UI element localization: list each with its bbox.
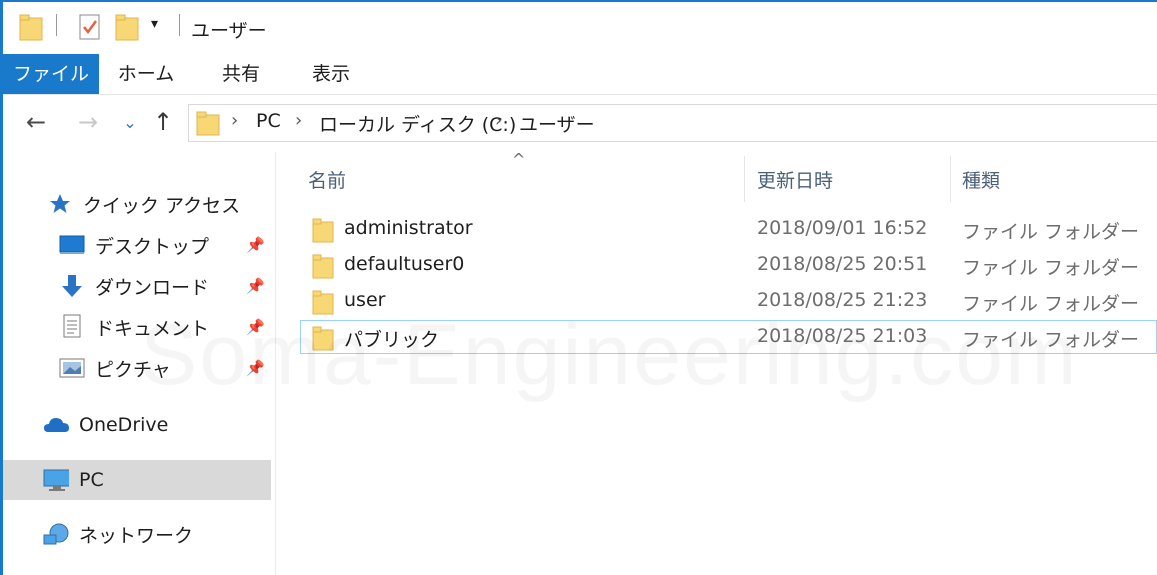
file-modified: 2018/08/25 20:51: [757, 253, 928, 275]
document-icon: [59, 314, 85, 339]
column-divider[interactable]: [744, 156, 745, 202]
sidebar-item-pc[interactable]: PC: [3, 460, 271, 500]
file-modified: 2018/09/01 16:52: [757, 217, 928, 239]
sidebar-item-label: ネットワーク: [79, 524, 194, 547]
sidebar-item-label: クイック アクセス: [83, 194, 241, 217]
star-icon: [47, 192, 73, 216]
toolbar-divider: [179, 14, 180, 36]
new-folder-icon[interactable]: [115, 12, 139, 42]
sidebar-item-network[interactable]: ネットワーク: [43, 514, 193, 554]
up-arrow-icon[interactable]: ↑: [148, 107, 178, 137]
file-row[interactable]: administrator 2018/09/01 16:52 ファイル フォルダ…: [300, 212, 1157, 246]
tab-share[interactable]: 共有: [203, 54, 279, 94]
folder-icon[interactable]: [19, 12, 43, 42]
sidebar-item-desktop[interactable]: デスクトップ 📌: [59, 225, 271, 265]
tab-home[interactable]: ホーム: [103, 54, 189, 94]
file-name: defaultuser0: [344, 253, 465, 275]
properties-icon[interactable]: [77, 12, 103, 42]
address-bar[interactable]: › PC › ローカル ディスク (C:) › ユーザー: [188, 104, 1157, 142]
computer-icon: [43, 468, 69, 492]
title-bar: ▾ ユーザー: [3, 2, 1157, 54]
pin-icon[interactable]: 📌: [246, 236, 265, 254]
sidebar-item-label: OneDrive: [79, 414, 169, 436]
folder-icon: [312, 254, 334, 279]
file-row[interactable]: defaultuser0 2018/08/25 20:51 ファイル フォルダー: [300, 248, 1157, 282]
sidebar-item-onedrive[interactable]: OneDrive: [43, 405, 168, 445]
toolbar-divider: [56, 14, 57, 36]
breadcrumb-users[interactable]: ユーザー: [519, 110, 595, 137]
sort-ascending-caret-icon: ^: [512, 150, 526, 169]
network-icon: [43, 522, 69, 546]
breadcrumb-chevron-icon[interactable]: ›: [295, 110, 302, 131]
column-header-name[interactable]: 名前: [308, 166, 346, 193]
column-header-type[interactable]: 種類: [962, 166, 1000, 193]
folder-icon: [312, 218, 334, 243]
watermark-text: Soma-Engineering.com: [140, 306, 1079, 405]
window-title: ユーザー: [191, 20, 267, 42]
back-arrow-icon[interactable]: ←: [21, 107, 51, 137]
sidebar-item-downloads[interactable]: ダウンロード 📌: [59, 266, 271, 306]
sidebar-item-label: デスクトップ: [95, 235, 210, 258]
tab-file[interactable]: ファイル: [3, 54, 99, 94]
pin-icon[interactable]: 📌: [246, 277, 265, 295]
breadcrumb-chevron-icon[interactable]: ›: [231, 110, 238, 131]
breadcrumb-pc[interactable]: PC: [256, 110, 281, 132]
folder-icon: [196, 111, 220, 136]
sidebar-item-label: ダウンロード: [95, 276, 210, 299]
recent-locations-chevron-icon[interactable]: ⌄: [115, 107, 145, 137]
file-type: ファイル フォルダー: [962, 221, 1140, 243]
file-name: administrator: [344, 217, 473, 239]
file-type: ファイル フォルダー: [962, 257, 1140, 279]
tab-view[interactable]: 表示: [293, 54, 369, 94]
sidebar-item-quick-access[interactable]: クイック アクセス: [47, 184, 240, 224]
customize-toolbar-dropdown-icon[interactable]: ▾: [151, 16, 158, 32]
ribbon-tabs: ファイル ホーム 共有 表示: [3, 54, 1157, 95]
desktop-icon: [59, 233, 85, 257]
navigation-bar: ← → ⌄ ↑ › PC › ローカル ディスク (C:) › ユーザー: [3, 95, 1157, 151]
breadcrumb-chevron-icon[interactable]: ›: [495, 110, 502, 131]
picture-icon: [59, 356, 85, 380]
download-arrow-icon: [59, 274, 85, 298]
cloud-icon: [43, 413, 69, 437]
column-divider[interactable]: [950, 156, 951, 202]
column-header-modified[interactable]: 更新日時: [757, 166, 833, 193]
sidebar-item-label: PC: [79, 469, 104, 491]
forward-arrow-icon[interactable]: →: [73, 107, 103, 137]
breadcrumb-local-disk[interactable]: ローカル ディスク (C:): [319, 110, 516, 137]
